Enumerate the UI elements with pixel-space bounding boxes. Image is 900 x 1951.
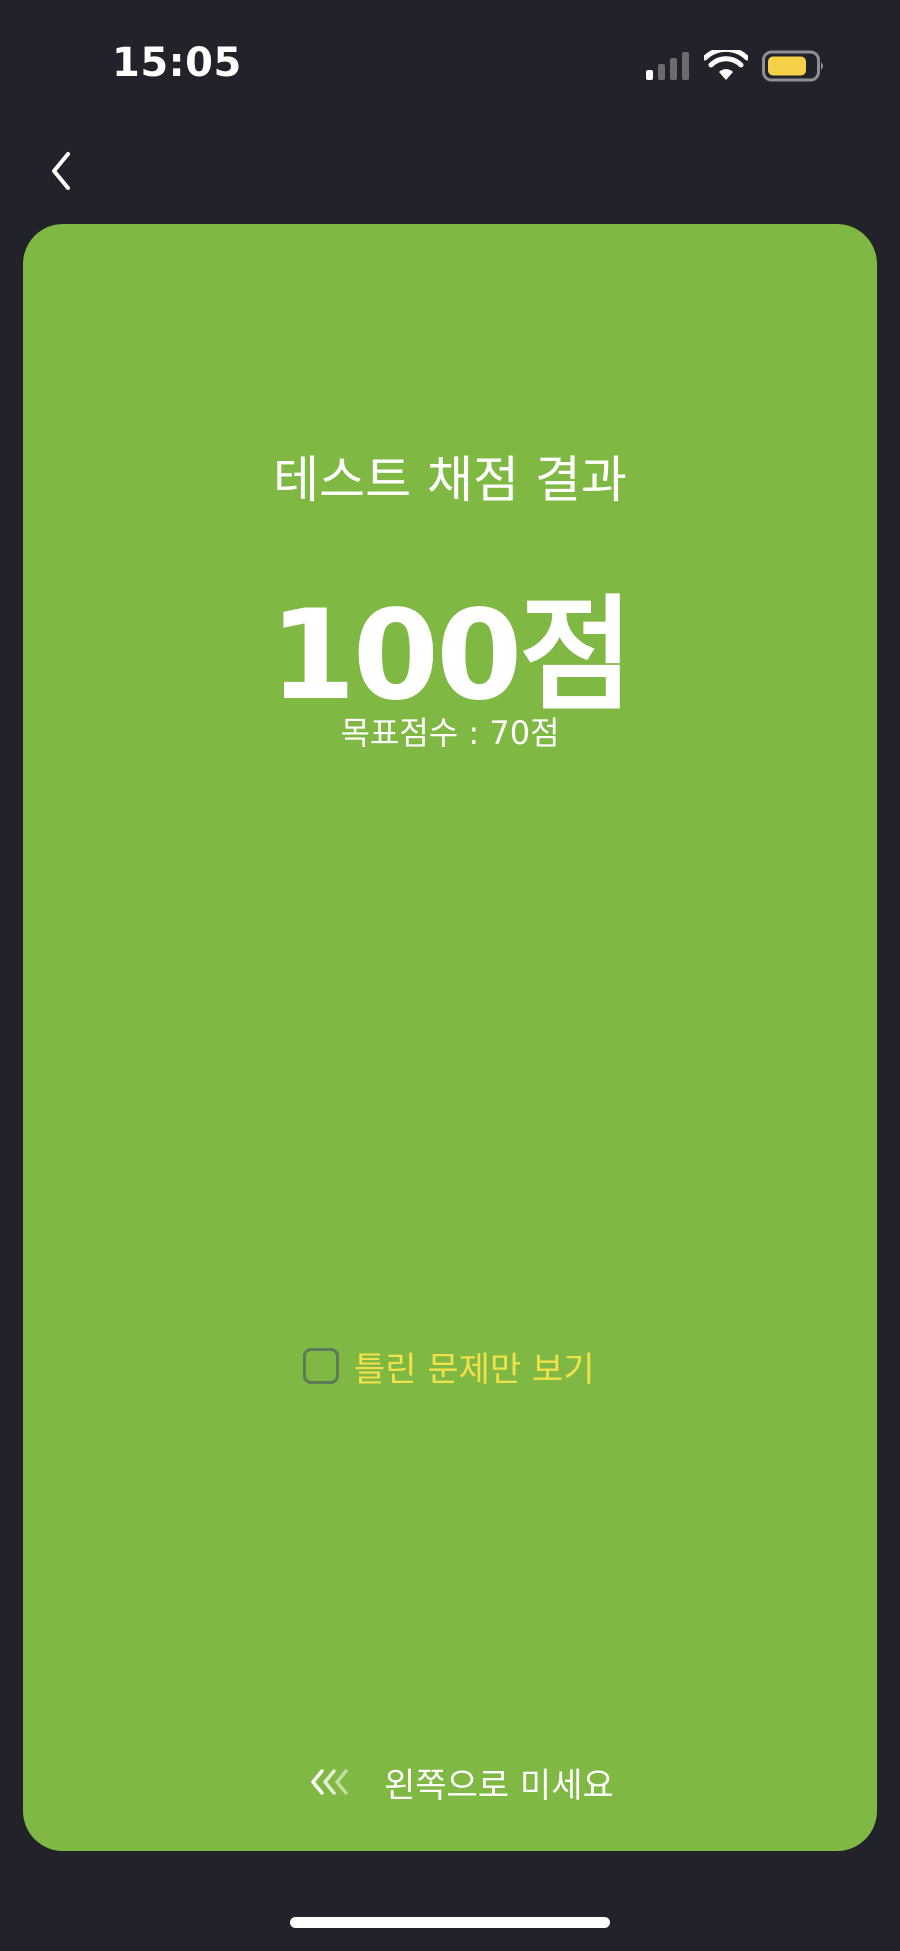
triple-chevron-left-icon xyxy=(311,1769,348,1795)
cellular-signal-icon xyxy=(646,52,689,80)
wifi-icon xyxy=(704,50,748,80)
score-value: 100점 xyxy=(269,584,634,728)
checkbox-icon[interactable] xyxy=(303,1348,339,1384)
home-indicator[interactable] xyxy=(290,1917,610,1928)
wrong-only-label[interactable]: 틀린 문제만 보기 xyxy=(354,1342,595,1391)
status-time: 15:05 xyxy=(112,40,242,86)
battery-icon xyxy=(762,50,823,82)
result-title: 테스트 채점 결과 xyxy=(273,451,627,509)
swipe-hint: 왼쪽으로 미세요 xyxy=(310,1760,614,1806)
swipe-hint-label: 왼쪽으로 미세요 xyxy=(384,1765,614,1806)
target-score: 목표점수 : 70점 xyxy=(340,714,560,752)
result-card[interactable]: 테스트 채점 결과 100점 목표점수 : 70점 틀린 문제만 보기 왼쪽으로… xyxy=(23,224,877,1851)
wrong-only-checkbox[interactable]: 틀린 문제만 보기 xyxy=(303,1342,595,1391)
back-chevron-icon[interactable] xyxy=(40,146,80,196)
screen: 15:05 테스트 채점 결과 100점 목표점수 : 70점 틀린 문제만 보… xyxy=(0,0,900,1951)
